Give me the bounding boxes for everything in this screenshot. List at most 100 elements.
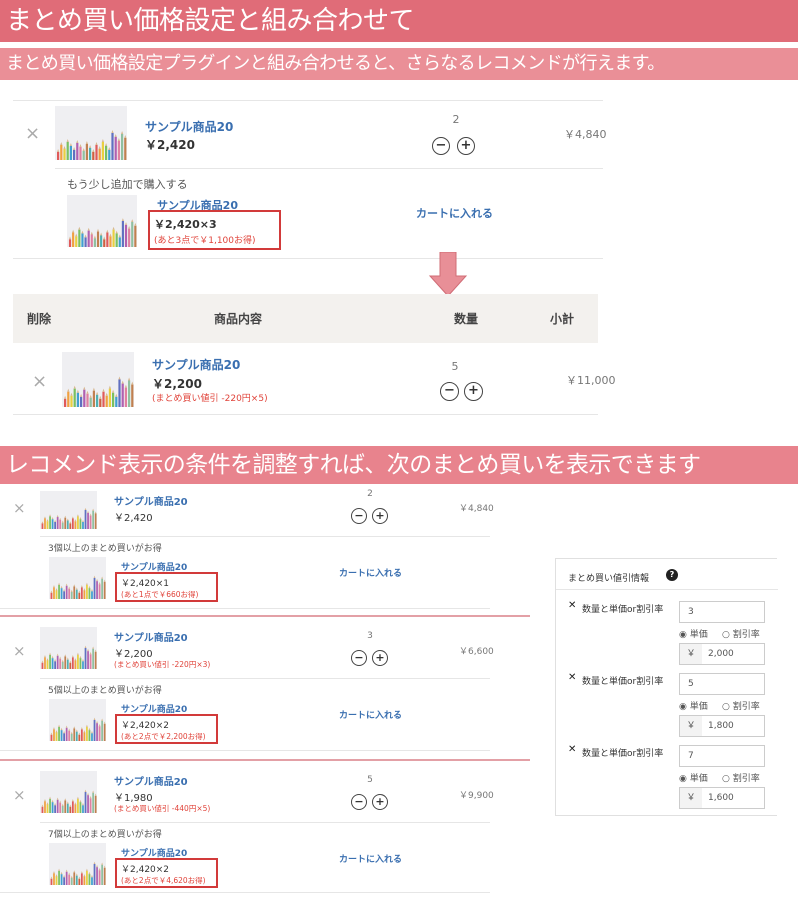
row-label: 数量と単価or割引率 [582,677,664,687]
product-thumbnail[interactable] [55,106,127,160]
add-to-cart-link[interactable]: カートに入れる [339,852,402,865]
bulk-discount-note: (まとめ買い値引 -220円×3) [114,660,211,669]
recommend-bundle-price: ￥2,420×1 [121,579,170,589]
row-label: 数量と単価or割引率 [582,749,664,759]
quantity-input[interactable]: 3 [679,601,765,623]
pencils-image [41,789,97,813]
main-title-banner: まとめ買い価格設定と組み合わせて [0,0,798,42]
add-to-cart-link[interactable]: カートに入れる [339,708,402,721]
add-to-cart-link[interactable]: カートに入れる [416,205,493,221]
delete-icon[interactable]: × [13,499,26,517]
section-banner: レコメンド表示の条件を調整すれば、次のまとめ買いを表示できます [0,446,798,484]
recommend-thumbnail[interactable] [49,699,106,741]
radio-checked-icon: ◉ [679,630,687,640]
divider [13,258,603,259]
recommend-thumbnail[interactable] [67,195,137,247]
header-delete: 削除 [27,312,52,326]
line-subtotal: ￥4,840 [564,128,607,141]
unit-price-input[interactable]: ￥ 1,600 [679,787,765,809]
product-price: ￥2,200 [152,377,202,391]
product-price: ￥1,980 [114,793,153,804]
separator-line [0,615,530,617]
subtitle-banner: まとめ買い価格設定プラグインと組み合わせると、さらなるレコメンドが行えます。 [0,48,798,80]
separator-line [0,759,530,761]
bulk-discount-panel: まとめ買い値引情報 ? ✕ 数量と単価or割引率 3 ◉ 単価 ○ 割引率 ￥ 2… [555,558,778,816]
radio-unit-price[interactable]: ◉ 単価 [679,699,708,712]
decrease-quantity-button[interactable]: − [440,382,459,401]
radio-unit-price[interactable]: ◉ 単価 [679,771,708,784]
quantity-value: 5 [367,775,373,785]
quantity-value: 5 [451,360,459,373]
add-to-cart-link[interactable]: カートに入れる [339,566,402,579]
product-name-link[interactable]: サンプル商品20 [114,629,188,644]
radio-checked-icon: ◉ [679,702,687,712]
product-thumbnail[interactable] [40,491,97,529]
increase-quantity-button[interactable]: + [372,650,388,666]
product-thumbnail[interactable] [40,771,97,813]
radio-unit-price[interactable]: ◉ 単価 [679,627,708,640]
delete-icon[interactable]: × [25,123,40,144]
remove-icon[interactable]: ✕ [568,600,576,611]
increase-quantity-button[interactable]: + [464,382,483,401]
product-name-link[interactable]: サンプル商品20 [152,356,240,373]
currency-prefix: ￥ [686,721,696,731]
radio-discount-rate[interactable]: ○ 割引率 [722,627,760,640]
radio-unchecked-icon: ○ [722,630,730,640]
divider [556,589,778,590]
increase-quantity-button[interactable]: + [372,508,388,524]
pencils-image [41,645,97,669]
product-thumbnail[interactable] [40,627,97,669]
product-name-link[interactable]: サンプル商品20 [145,118,233,135]
header-product: 商品内容 [214,312,263,326]
remove-icon[interactable]: ✕ [568,672,576,683]
quantity-value: 2 [367,489,373,499]
decrease-quantity-button[interactable]: − [351,508,367,524]
header-quantity: 数量 [454,312,479,326]
delete-icon[interactable]: × [13,642,26,660]
row-label: 数量と単価or割引率 [582,605,664,615]
increase-quantity-button[interactable]: + [372,794,388,810]
product-name-link[interactable]: サンプル商品20 [114,773,188,788]
recommend-message: 5個以上のまとめ買いがお得 [48,686,162,696]
radio-discount-rate[interactable]: ○ 割引率 [722,771,760,784]
price-value[interactable]: 1,800 [702,716,764,736]
price-value[interactable]: 2,000 [702,644,764,664]
recommend-message: もう少し追加で購入する [67,178,188,191]
divider [13,414,598,415]
increase-quantity-button[interactable]: + [457,137,475,155]
down-arrow-icon [428,252,468,297]
delete-icon[interactable]: × [32,371,47,392]
decrease-quantity-button[interactable]: − [351,794,367,810]
recommend-message: 3個以上のまとめ買いがお得 [48,544,162,554]
line-subtotal: ￥9,900 [459,791,494,801]
unit-price-input[interactable]: ￥ 2,000 [679,643,765,665]
product-thumbnail[interactable] [62,352,134,407]
recommend-thumbnail[interactable] [49,843,106,885]
product-name-link[interactable]: サンプル商品20 [114,493,188,508]
line-subtotal: ￥6,600 [459,647,494,657]
decrease-quantity-button[interactable]: − [351,650,367,666]
price-value[interactable]: 1,600 [702,788,764,808]
pencils-image [50,575,106,599]
decrease-quantity-button[interactable]: − [432,137,450,155]
divider [40,822,490,823]
product-price: ￥2,200 [114,649,153,660]
help-icon[interactable]: ? [666,569,678,581]
recommend-bundle-price: ￥2,420×3 [154,218,217,231]
product-price: ￥2,420 [114,513,153,524]
pencils-image [50,861,106,885]
radio-unchecked-icon: ○ [722,774,730,784]
pencils-image [68,218,137,247]
quantity-input[interactable]: 7 [679,745,765,767]
unit-price-input[interactable]: ￥ 1,800 [679,715,765,737]
remove-icon[interactable]: ✕ [568,744,576,755]
bulk-discount-note: (まとめ買い値引 -220円×5) [152,394,268,404]
divider [0,892,490,893]
recommend-savings-note: (あと1点で￥660お得) [121,590,199,599]
delete-icon[interactable]: × [13,786,26,804]
quantity-input[interactable]: 5 [679,673,765,695]
pencils-image [50,717,106,741]
recommend-thumbnail[interactable] [49,557,106,599]
recommend-savings-note: (あと3点で￥1,100お得) [154,236,256,246]
radio-discount-rate[interactable]: ○ 割引率 [722,699,760,712]
